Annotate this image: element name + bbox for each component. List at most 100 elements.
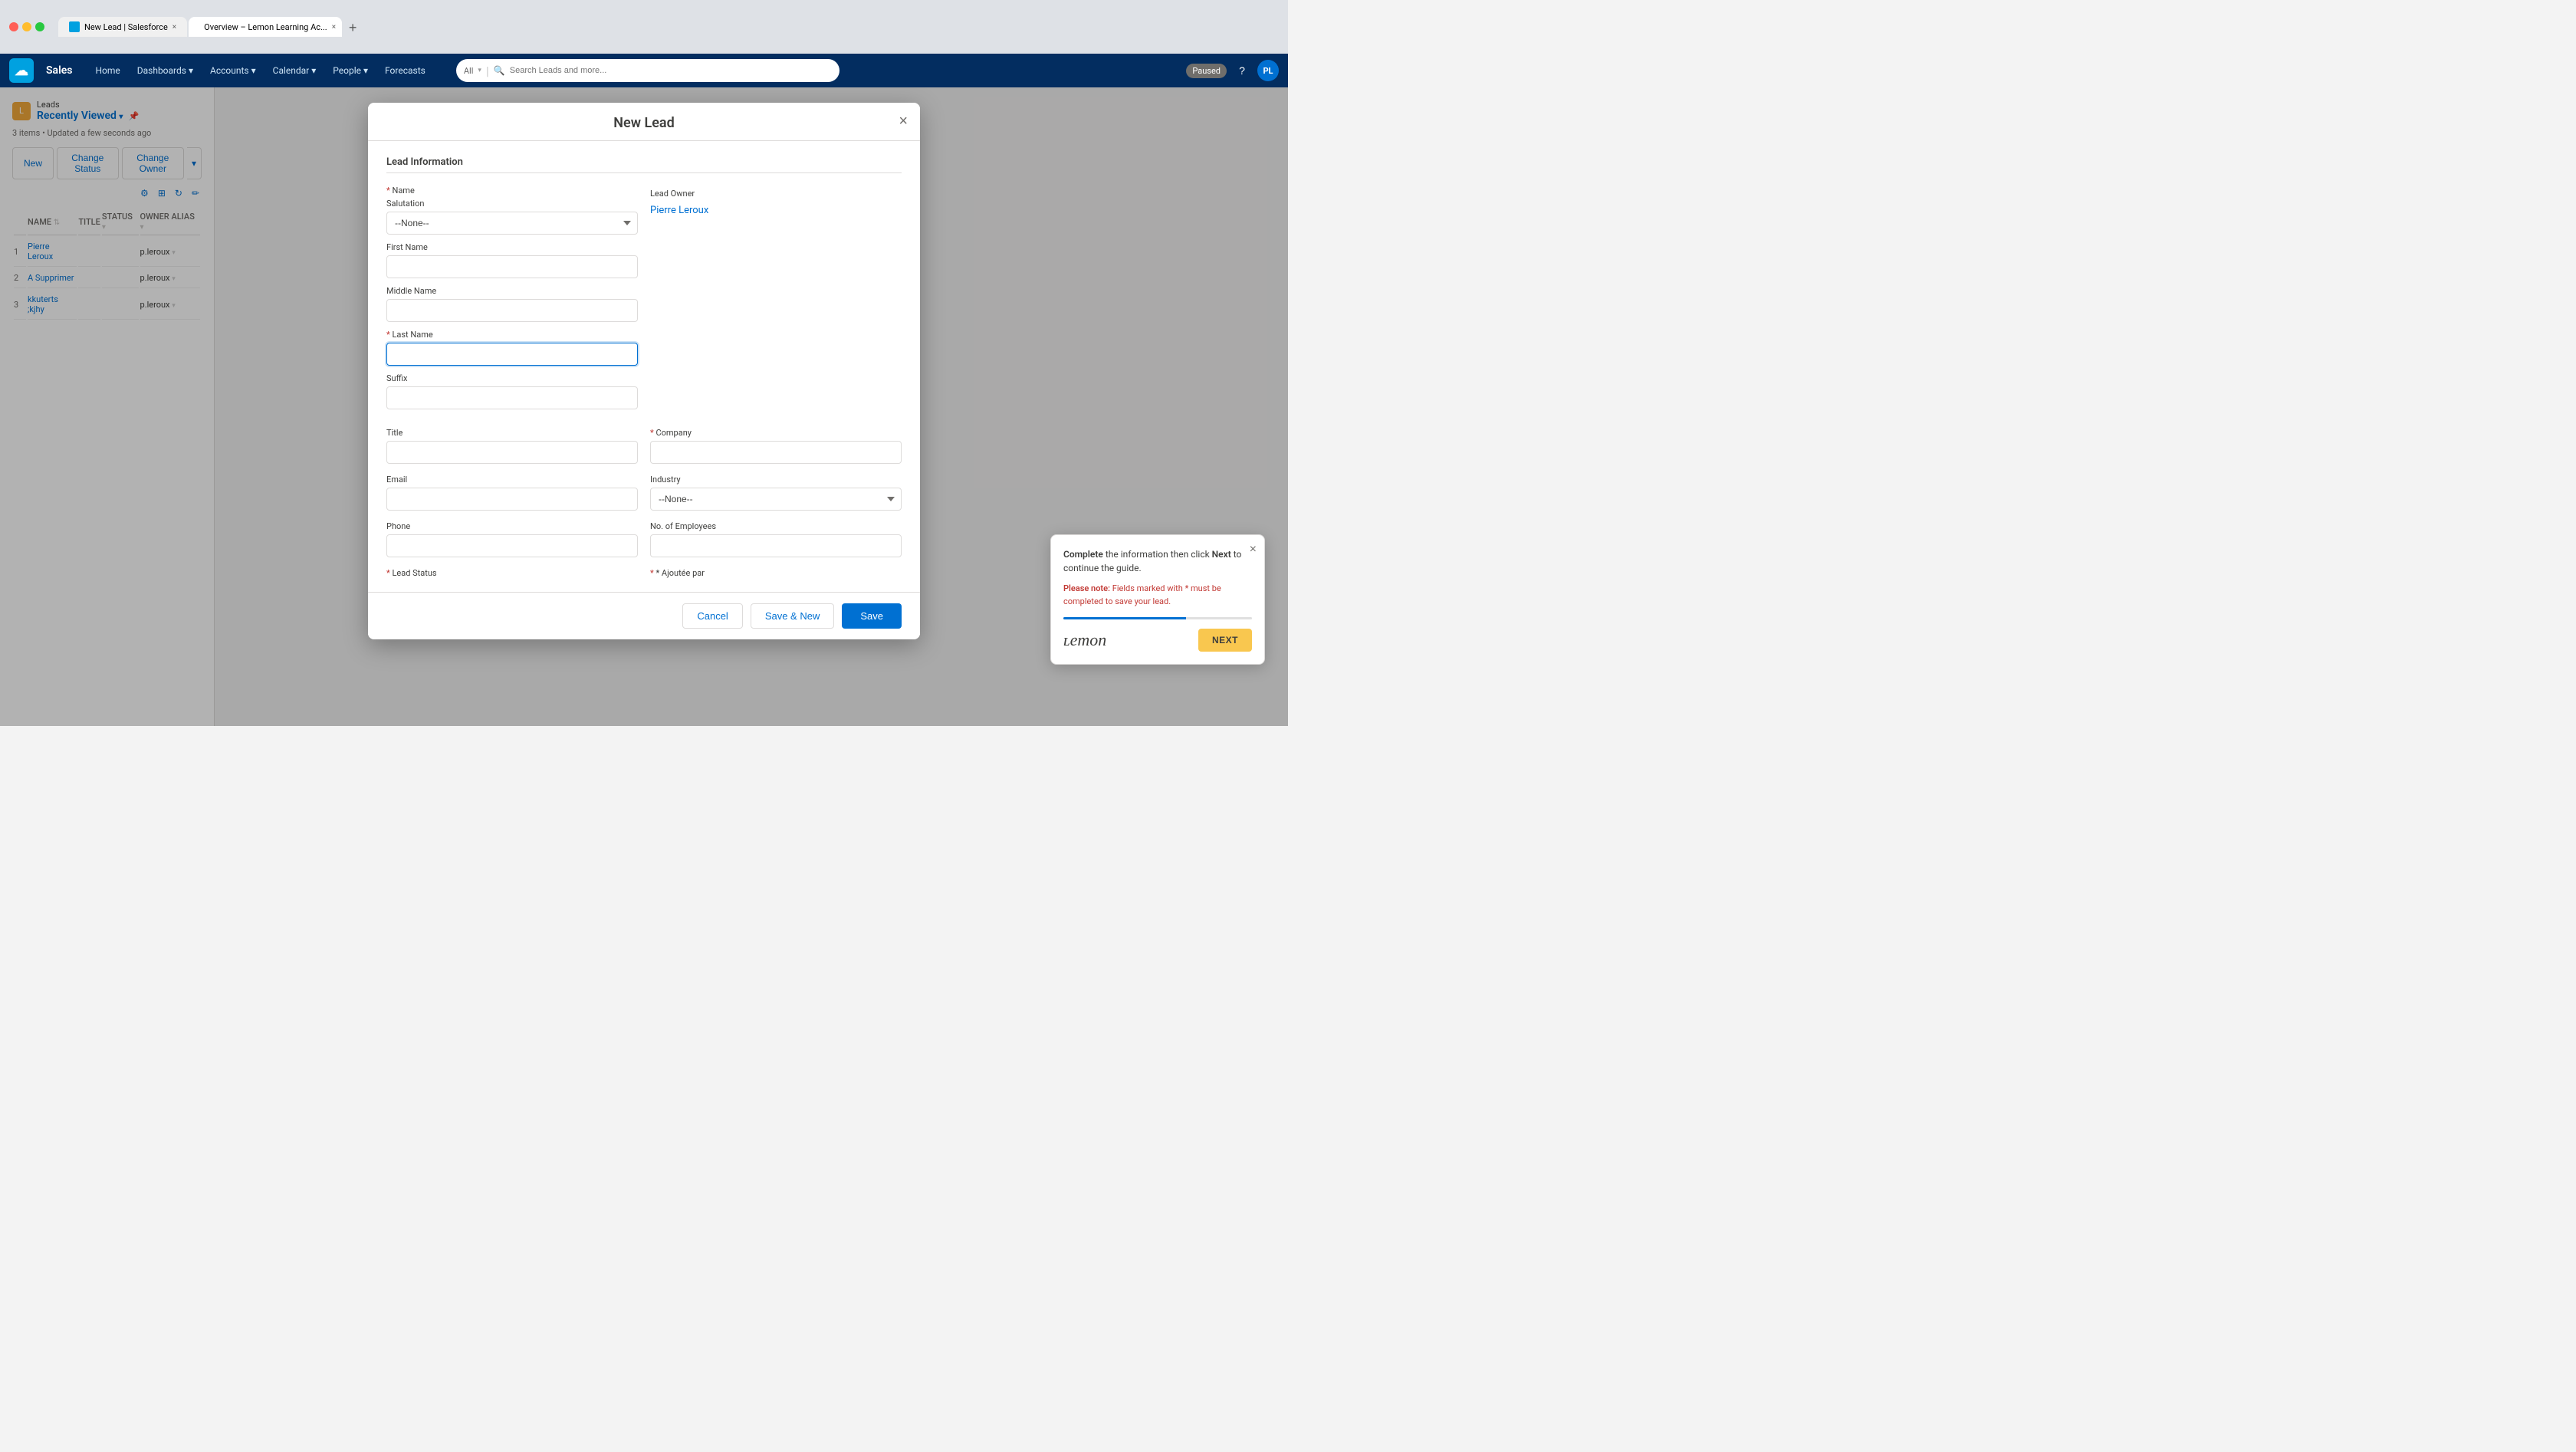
nav-forecasts[interactable]: Forecasts xyxy=(377,62,433,79)
nav-items: Home Dashboards ▾ Accounts ▾ Calendar ▾ … xyxy=(87,62,432,79)
ajoutee-par-field: * Ajoutée par xyxy=(650,568,902,581)
minimize-window-dot[interactable] xyxy=(22,22,31,31)
topnav-actions: Paused ? PL xyxy=(1186,60,1279,81)
save-and-new-button[interactable]: Save & New xyxy=(751,603,835,629)
save-button[interactable]: Save xyxy=(842,603,902,629)
lead-owner-value: Pierre Leroux xyxy=(650,202,902,216)
main-area: L Leads Recently Viewed ▾ 📌 3 items • Up… xyxy=(0,87,1288,726)
first-name-input[interactable] xyxy=(386,255,638,278)
last-name-field: Last Name xyxy=(386,330,638,366)
lead-owner-label: Lead Owner xyxy=(650,189,902,199)
window-controls xyxy=(9,22,44,31)
lead-owner-section: Lead Owner Pierre Leroux xyxy=(650,186,902,417)
nav-home[interactable]: Home xyxy=(87,62,127,79)
search-icon: 🔍 xyxy=(494,65,505,76)
search-bar: All ▾ | 🔍 xyxy=(456,59,840,82)
name-field-label: Name xyxy=(386,186,638,195)
salutation-label: Salutation xyxy=(386,199,638,209)
industry-label: Industry xyxy=(650,475,902,485)
tab-close-icon[interactable]: × xyxy=(332,23,336,31)
form-section-title: Lead Information xyxy=(386,156,902,173)
company-input[interactable] xyxy=(650,441,902,464)
search-scope-label[interactable]: All xyxy=(464,66,474,76)
phone-field: Phone xyxy=(386,521,638,557)
tab-label: Overview – Lemon Learning Ac... xyxy=(204,22,327,32)
guide-popup: × Complete the information then click Ne… xyxy=(1050,534,1265,665)
name-owner-row: Name Salutation --None-- Mr. Ms. Mrs. xyxy=(386,186,902,417)
title-field: Title xyxy=(386,428,638,464)
email-label: Email xyxy=(386,475,638,485)
modal-body: Lead Information Name Salutation --None-… xyxy=(368,141,920,592)
employees-field: No. of Employees xyxy=(650,521,902,557)
salesforce-app: ☁ Sales Home Dashboards ▾ Accounts ▾ Cal… xyxy=(0,54,1288,726)
phone-input[interactable] xyxy=(386,534,638,557)
middle-name-label: Middle Name xyxy=(386,286,638,296)
browser-tabs: New Lead | Salesforce × Overview – Lemon… xyxy=(58,17,1279,37)
last-name-input[interactable] xyxy=(386,343,638,366)
modal-title: New Lead xyxy=(613,115,674,131)
email-input[interactable] xyxy=(386,488,638,511)
middle-name-field: Middle Name xyxy=(386,286,638,322)
guide-next-reference: Next xyxy=(1212,549,1231,560)
employees-input[interactable] xyxy=(650,534,902,557)
close-window-dot[interactable] xyxy=(9,22,18,31)
tab-label: New Lead | Salesforce xyxy=(84,22,168,32)
guide-footer: ʟemon NEXT xyxy=(1063,629,1252,652)
salutation-select[interactable]: --None-- Mr. Ms. Mrs. Dr. Prof. xyxy=(386,212,638,235)
nav-calendar[interactable]: Calendar ▾ xyxy=(265,62,324,79)
guide-next-button[interactable]: NEXT xyxy=(1198,629,1252,652)
browser-chrome: New Lead | Salesforce × Overview – Lemon… xyxy=(0,0,1288,54)
search-input[interactable] xyxy=(510,66,832,75)
maximize-window-dot[interactable] xyxy=(35,22,44,31)
chevron-down-icon: ▾ xyxy=(251,65,256,76)
new-tab-button[interactable]: + xyxy=(343,18,362,37)
salesforce-favicon-icon xyxy=(69,21,80,32)
guide-note: Please note: Fields marked with * must b… xyxy=(1063,583,1252,608)
guide-progress-fill xyxy=(1063,617,1186,619)
guide-popup-close-button[interactable]: × xyxy=(1250,543,1257,557)
lead-status-label: Lead Status xyxy=(386,568,638,578)
scope-chevron-icon: ▾ xyxy=(478,67,481,74)
middle-name-input[interactable] xyxy=(386,299,638,322)
status-ajoutee-row: Lead Status * Ajoutée par xyxy=(386,568,902,581)
phone-employees-row: Phone No. of Employees xyxy=(386,521,902,557)
employees-label: No. of Employees xyxy=(650,521,902,531)
modal-footer: Cancel Save & New Save xyxy=(368,592,920,639)
industry-field: Industry --None-- xyxy=(650,475,902,511)
chevron-down-icon: ▾ xyxy=(189,65,193,76)
nav-people[interactable]: People ▾ xyxy=(325,62,376,79)
modal-header: New Lead × xyxy=(368,103,920,141)
tab-new-lead[interactable]: New Lead | Salesforce × xyxy=(58,17,187,37)
chevron-down-icon: ▾ xyxy=(363,65,368,76)
company-label: Company xyxy=(650,428,902,438)
first-name-field: First Name xyxy=(386,242,638,278)
suffix-field: Suffix xyxy=(386,373,638,409)
paused-badge[interactable]: Paused xyxy=(1186,64,1227,78)
nav-accounts[interactable]: Accounts ▾ xyxy=(202,62,264,79)
phone-label: Phone xyxy=(386,521,638,531)
guide-instruction: Complete the information then click Next… xyxy=(1063,547,1252,575)
tab-lemon-learning[interactable]: Overview – Lemon Learning Ac... × xyxy=(189,17,342,37)
user-avatar[interactable]: PL xyxy=(1257,60,1279,81)
nav-dashboards[interactable]: Dashboards ▾ xyxy=(130,62,201,79)
suffix-label: Suffix xyxy=(386,373,638,383)
divider: | xyxy=(486,64,489,78)
first-name-label: First Name xyxy=(386,242,638,252)
top-navigation: ☁ Sales Home Dashboards ▾ Accounts ▾ Cal… xyxy=(0,54,1288,87)
chevron-down-icon: ▾ xyxy=(311,65,316,76)
name-section: Name Salutation --None-- Mr. Ms. Mrs. xyxy=(386,186,638,417)
industry-select[interactable]: --None-- xyxy=(650,488,902,511)
lemon-logo: ʟemon xyxy=(1063,630,1106,650)
lead-status-field: Lead Status xyxy=(386,568,638,581)
title-input[interactable] xyxy=(386,441,638,464)
cancel-button[interactable]: Cancel xyxy=(682,603,742,629)
suffix-input[interactable] xyxy=(386,386,638,409)
app-name: Sales xyxy=(46,64,72,77)
modal-close-button[interactable]: × xyxy=(899,113,908,129)
title-label: Title xyxy=(386,428,638,438)
global-search: All ▾ | 🔍 xyxy=(456,59,1164,82)
new-lead-modal: New Lead × Lead Information Name Salutat… xyxy=(368,103,920,639)
guide-progress-bar-container xyxy=(1063,617,1252,619)
help-icon[interactable]: ? xyxy=(1231,60,1253,81)
tab-close-icon[interactable]: × xyxy=(172,23,176,31)
